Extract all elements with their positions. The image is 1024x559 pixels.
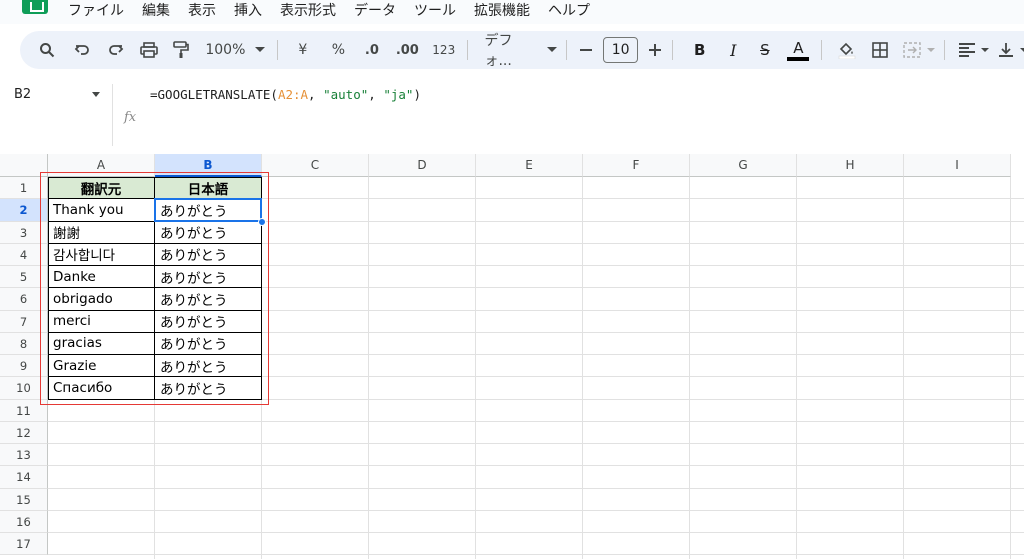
zoom-dropdown-icon[interactable] xyxy=(253,37,267,63)
toolbar-divider xyxy=(467,40,469,60)
toolbar-divider xyxy=(566,40,568,60)
zoom-select[interactable]: 100% xyxy=(205,37,245,63)
menu-file[interactable]: ファイル xyxy=(68,1,133,21)
print-icon[interactable] xyxy=(136,37,161,63)
column-gridline xyxy=(903,177,904,559)
horizontal-align-icon[interactable] xyxy=(957,37,977,63)
font-dropdown-icon[interactable] xyxy=(545,37,559,63)
formula-target-lang: "ja" xyxy=(383,87,414,102)
menu-help[interactable]: ヘルプ xyxy=(548,1,599,21)
toolbar-divider xyxy=(277,40,279,60)
row-gridline xyxy=(48,420,1024,422)
row-gridline xyxy=(48,443,1024,444)
column-header-f[interactable]: F xyxy=(583,154,690,177)
name-box-dropdown-icon[interactable] xyxy=(92,92,100,97)
menu-extensions[interactable]: 拡張機能 xyxy=(474,1,539,21)
increase-decimal-button[interactable]: .00 xyxy=(393,37,422,63)
row-gridline xyxy=(48,465,1024,467)
valign-dropdown-icon[interactable] xyxy=(1018,37,1024,63)
column-gridline xyxy=(582,177,583,559)
column-header-e[interactable]: E xyxy=(476,154,583,177)
column-gridline xyxy=(368,177,369,559)
formula-suffix: ) xyxy=(413,87,421,102)
row-gridline xyxy=(48,509,1024,511)
toolbar-divider xyxy=(671,40,673,60)
row-header-14[interactable]: 14 xyxy=(0,466,48,489)
row-gridline xyxy=(48,532,1024,533)
search-icon[interactable] xyxy=(34,37,59,63)
column-gridline xyxy=(1010,177,1011,559)
row-header-13[interactable]: 13 xyxy=(0,444,48,467)
row-header-15[interactable]: 15 xyxy=(0,488,48,511)
formula-bar-divider xyxy=(112,84,113,146)
formula-range: A2:A xyxy=(277,87,309,102)
formula-separator: , xyxy=(308,87,324,102)
merge-dropdown-icon[interactable] xyxy=(926,37,936,63)
redo-icon[interactable] xyxy=(103,37,128,63)
font-size-increase-icon[interactable] xyxy=(646,37,664,63)
formula-separator: , xyxy=(368,87,384,102)
text-color-button[interactable]: A xyxy=(786,37,811,63)
row-header-12[interactable]: 12 xyxy=(0,421,48,444)
fx-icon: fx xyxy=(124,110,137,125)
vertical-align-icon[interactable] xyxy=(997,37,1017,63)
menu-bar: ファイル 編集 表示 挿入 表示形式 データ ツール 拡張機能 ヘルプ xyxy=(0,0,1024,24)
name-box[interactable]: B2 xyxy=(14,87,31,102)
align-dropdown-icon[interactable] xyxy=(979,37,991,63)
currency-button[interactable]: ¥ xyxy=(292,37,314,63)
font-select[interactable]: デフォ... xyxy=(484,33,538,69)
column-header-d[interactable]: D xyxy=(369,154,476,177)
font-size-decrease-icon[interactable] xyxy=(577,37,595,63)
font-size-input[interactable]: 10 xyxy=(603,37,639,63)
formula-prefix: =GOOGLETRANSLATE( xyxy=(150,87,278,102)
sheets-logo-icon[interactable] xyxy=(22,0,48,14)
italic-button[interactable]: I xyxy=(723,37,745,63)
text-color-label: A xyxy=(793,38,804,57)
toolbar-divider xyxy=(944,40,946,60)
percent-button[interactable]: % xyxy=(328,37,350,63)
decrease-decimal-button[interactable]: .0 xyxy=(359,37,384,63)
column-header-i[interactable]: I xyxy=(904,154,1011,177)
strikethrough-button[interactable]: S xyxy=(754,37,776,63)
merge-cells-icon[interactable] xyxy=(899,37,924,63)
bold-button[interactable]: B xyxy=(689,37,711,63)
undo-icon[interactable] xyxy=(69,37,94,63)
toolbar-divider xyxy=(821,40,823,60)
formula-bar: B2 fx =GOOGLETRANSLATE(A2:A, "auto", "ja… xyxy=(0,80,1024,154)
row-gridline xyxy=(48,487,1024,489)
menu-view[interactable]: 表示 xyxy=(188,1,225,21)
spreadsheet-grid[interactable]: A B C D E F G H I 1 2 3 4 5 6 7 8 9 10 11 12 13 14 15 16 17 翻訳元 日本語… xyxy=(0,154,1024,559)
formula-input[interactable]: =GOOGLETRANSLATE(A2:A, "auto", "ja") xyxy=(150,87,421,102)
fill-color-icon[interactable] xyxy=(834,37,859,63)
menu-items: ファイル 編集 表示 挿入 表示形式 データ ツール 拡張機能 ヘルプ xyxy=(68,1,608,21)
column-header-g[interactable]: G xyxy=(690,154,797,177)
column-header-c[interactable]: C xyxy=(262,154,369,177)
menu-insert[interactable]: 挿入 xyxy=(234,1,271,21)
row-gridline xyxy=(48,554,1024,556)
formula-source-lang: "auto" xyxy=(323,87,369,102)
highlight-annotation xyxy=(40,172,269,405)
row-header-16[interactable]: 16 xyxy=(0,510,48,533)
menu-format[interactable]: 表示形式 xyxy=(280,1,345,21)
column-gridline xyxy=(796,177,797,559)
text-color-swatch xyxy=(787,56,810,61)
menu-data[interactable]: データ xyxy=(354,1,405,21)
toolbar: 100% ¥ % .0 .00 123 デフォ... 10 B I S A xyxy=(20,31,1024,69)
borders-icon[interactable] xyxy=(868,37,893,63)
column-gridline xyxy=(475,177,476,559)
paint-format-icon[interactable] xyxy=(168,37,193,63)
row-header-17[interactable]: 17 xyxy=(0,533,48,556)
menu-edit[interactable]: 編集 xyxy=(142,1,179,21)
number-format-button[interactable]: 123 xyxy=(430,37,457,63)
menu-tools[interactable]: ツール xyxy=(414,1,465,21)
column-gridline xyxy=(689,177,690,559)
column-header-h[interactable]: H xyxy=(797,154,904,177)
